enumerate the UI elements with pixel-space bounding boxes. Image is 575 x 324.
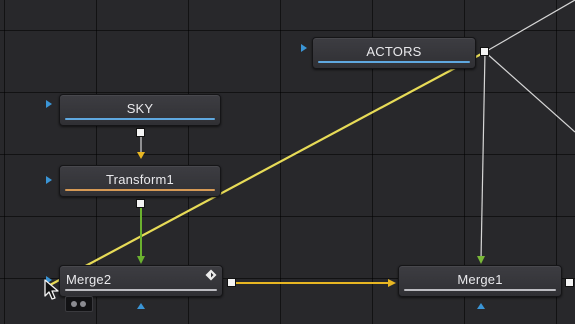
node-sky-label: SKY (126, 101, 154, 116)
view-indicator-icon (65, 296, 93, 312)
mouse-pointer-icon (44, 279, 60, 306)
wire-actors-offscreen-2 (484, 51, 575, 133)
sky-output-port[interactable] (136, 128, 145, 137)
node-transform1-label: Transform1 (106, 172, 174, 187)
wire-actors-merge1-arrow (477, 256, 485, 264)
node-actors-bar (318, 61, 470, 63)
node-transform1-bar (65, 189, 215, 191)
node-actors[interactable]: ACTORS (312, 37, 476, 69)
actors-input-port[interactable] (301, 44, 307, 52)
merge1-output-port[interactable] (565, 278, 574, 287)
node-merge2-bar (65, 289, 217, 291)
transform1-output-port[interactable] (136, 199, 145, 208)
node-merge2[interactable]: Merge2 (59, 265, 223, 297)
node-actors-label: ACTORS (366, 44, 422, 59)
node-merge1-label: Merge1 (457, 272, 503, 287)
sky-input-port[interactable] (46, 100, 52, 108)
node-merge1-bar (404, 289, 556, 291)
merge2-mask-port[interactable] (137, 303, 145, 309)
wire-actors-merge1 (480, 51, 486, 261)
merge1-mask-port[interactable] (477, 303, 485, 309)
wire-transform1-merge2-arrow (137, 256, 145, 264)
node-merge1[interactable]: Merge1 (398, 265, 562, 297)
wire-sky-transform1-arrow (137, 152, 145, 159)
wire-merge2-merge1-arrow (388, 279, 396, 287)
merge2-output-port[interactable] (227, 278, 236, 287)
node-transform1[interactable]: Transform1 (59, 165, 221, 197)
node-sky-bar (65, 118, 215, 120)
actors-output-port[interactable] (480, 47, 489, 56)
transform1-input-port[interactable] (46, 176, 52, 184)
keyframe-diamond-icon[interactable] (205, 269, 217, 281)
node-merge2-label: Merge2 (66, 272, 112, 287)
node-editor-canvas[interactable]: ACTORS SKY Transform1 Merge2 Merge1 (0, 0, 575, 324)
wire-actors-offscreen-1 (484, 0, 575, 53)
node-sky[interactable]: SKY (59, 94, 221, 126)
